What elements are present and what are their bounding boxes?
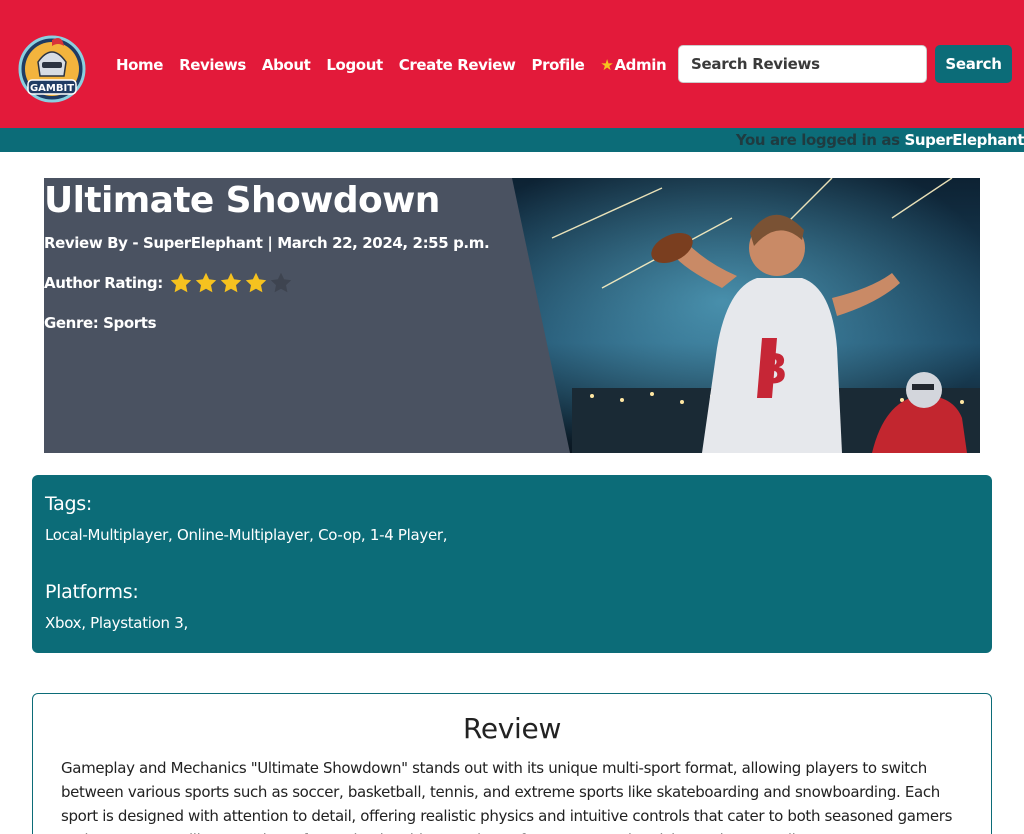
nav-link-logout[interactable]: Logout bbox=[326, 56, 383, 74]
login-prefix: You are logged in as bbox=[735, 131, 900, 149]
nav-link-profile[interactable]: Profile bbox=[532, 56, 585, 74]
review-panel: Review Gameplay and Mechanics "Ultimate … bbox=[32, 693, 992, 834]
gambit-logo[interactable]: GAMBIT bbox=[18, 32, 86, 106]
platforms-heading: Platforms: bbox=[45, 581, 139, 603]
star-filled-icon bbox=[220, 272, 242, 293]
star-filled-icon bbox=[195, 272, 217, 293]
search-button[interactable]: Search bbox=[935, 45, 1012, 83]
review-body-text: Gameplay and Mechanics "Ultimate Showdow… bbox=[61, 759, 953, 834]
review-heading: Review bbox=[462, 712, 562, 745]
nav-link-reviews[interactable]: Reviews bbox=[179, 56, 246, 74]
star-filled-icon bbox=[170, 272, 192, 293]
game-cover-image: 3 bbox=[512, 178, 980, 453]
login-status-bar: You are logged in as SuperElephant bbox=[0, 128, 1024, 152]
star-empty-icon bbox=[270, 272, 292, 293]
review-title: Ultimate Showdown bbox=[44, 180, 440, 221]
review-hero: 3 Ultimate Showdown Review By - SuperEle… bbox=[44, 178, 980, 453]
tags-list: Local-Multiplayer, Online-Multiplayer, C… bbox=[45, 526, 448, 544]
nav-link-admin[interactable]: ★Admin bbox=[600, 56, 666, 74]
login-status-text: You are logged in as SuperElephant bbox=[736, 131, 1024, 149]
logo-text: GAMBIT bbox=[30, 83, 74, 94]
nav-link-create-review[interactable]: Create Review bbox=[399, 56, 516, 74]
tags-platforms-panel: Tags: Local-Multiplayer, Online-Multipla… bbox=[32, 475, 992, 653]
platforms-list: Xbox, Playstation 3, bbox=[45, 614, 188, 632]
top-navbar: GAMBIT Home Reviews About Logout Create … bbox=[0, 0, 1024, 128]
rating-label: Author Rating: bbox=[44, 274, 163, 292]
star-filled-icon bbox=[245, 272, 267, 293]
nav-links: Home Reviews About Logout Create Review … bbox=[116, 52, 682, 78]
star-icon: ★ bbox=[600, 56, 614, 74]
login-username[interactable]: SuperElephant bbox=[904, 131, 1024, 149]
nav-link-admin-label: Admin bbox=[614, 56, 667, 74]
author-rating: Author Rating: bbox=[44, 270, 294, 296]
review-meta: Review By - SuperElephant | March 22, 20… bbox=[44, 234, 490, 252]
nav-link-about[interactable]: About bbox=[262, 56, 311, 74]
search-input[interactable] bbox=[678, 45, 927, 83]
tags-heading: Tags: bbox=[45, 493, 92, 515]
svg-text:3: 3 bbox=[760, 347, 788, 393]
nav-link-home[interactable]: Home bbox=[116, 56, 163, 74]
review-genre: Genre: Sports bbox=[44, 314, 157, 332]
rating-stars bbox=[169, 271, 294, 295]
